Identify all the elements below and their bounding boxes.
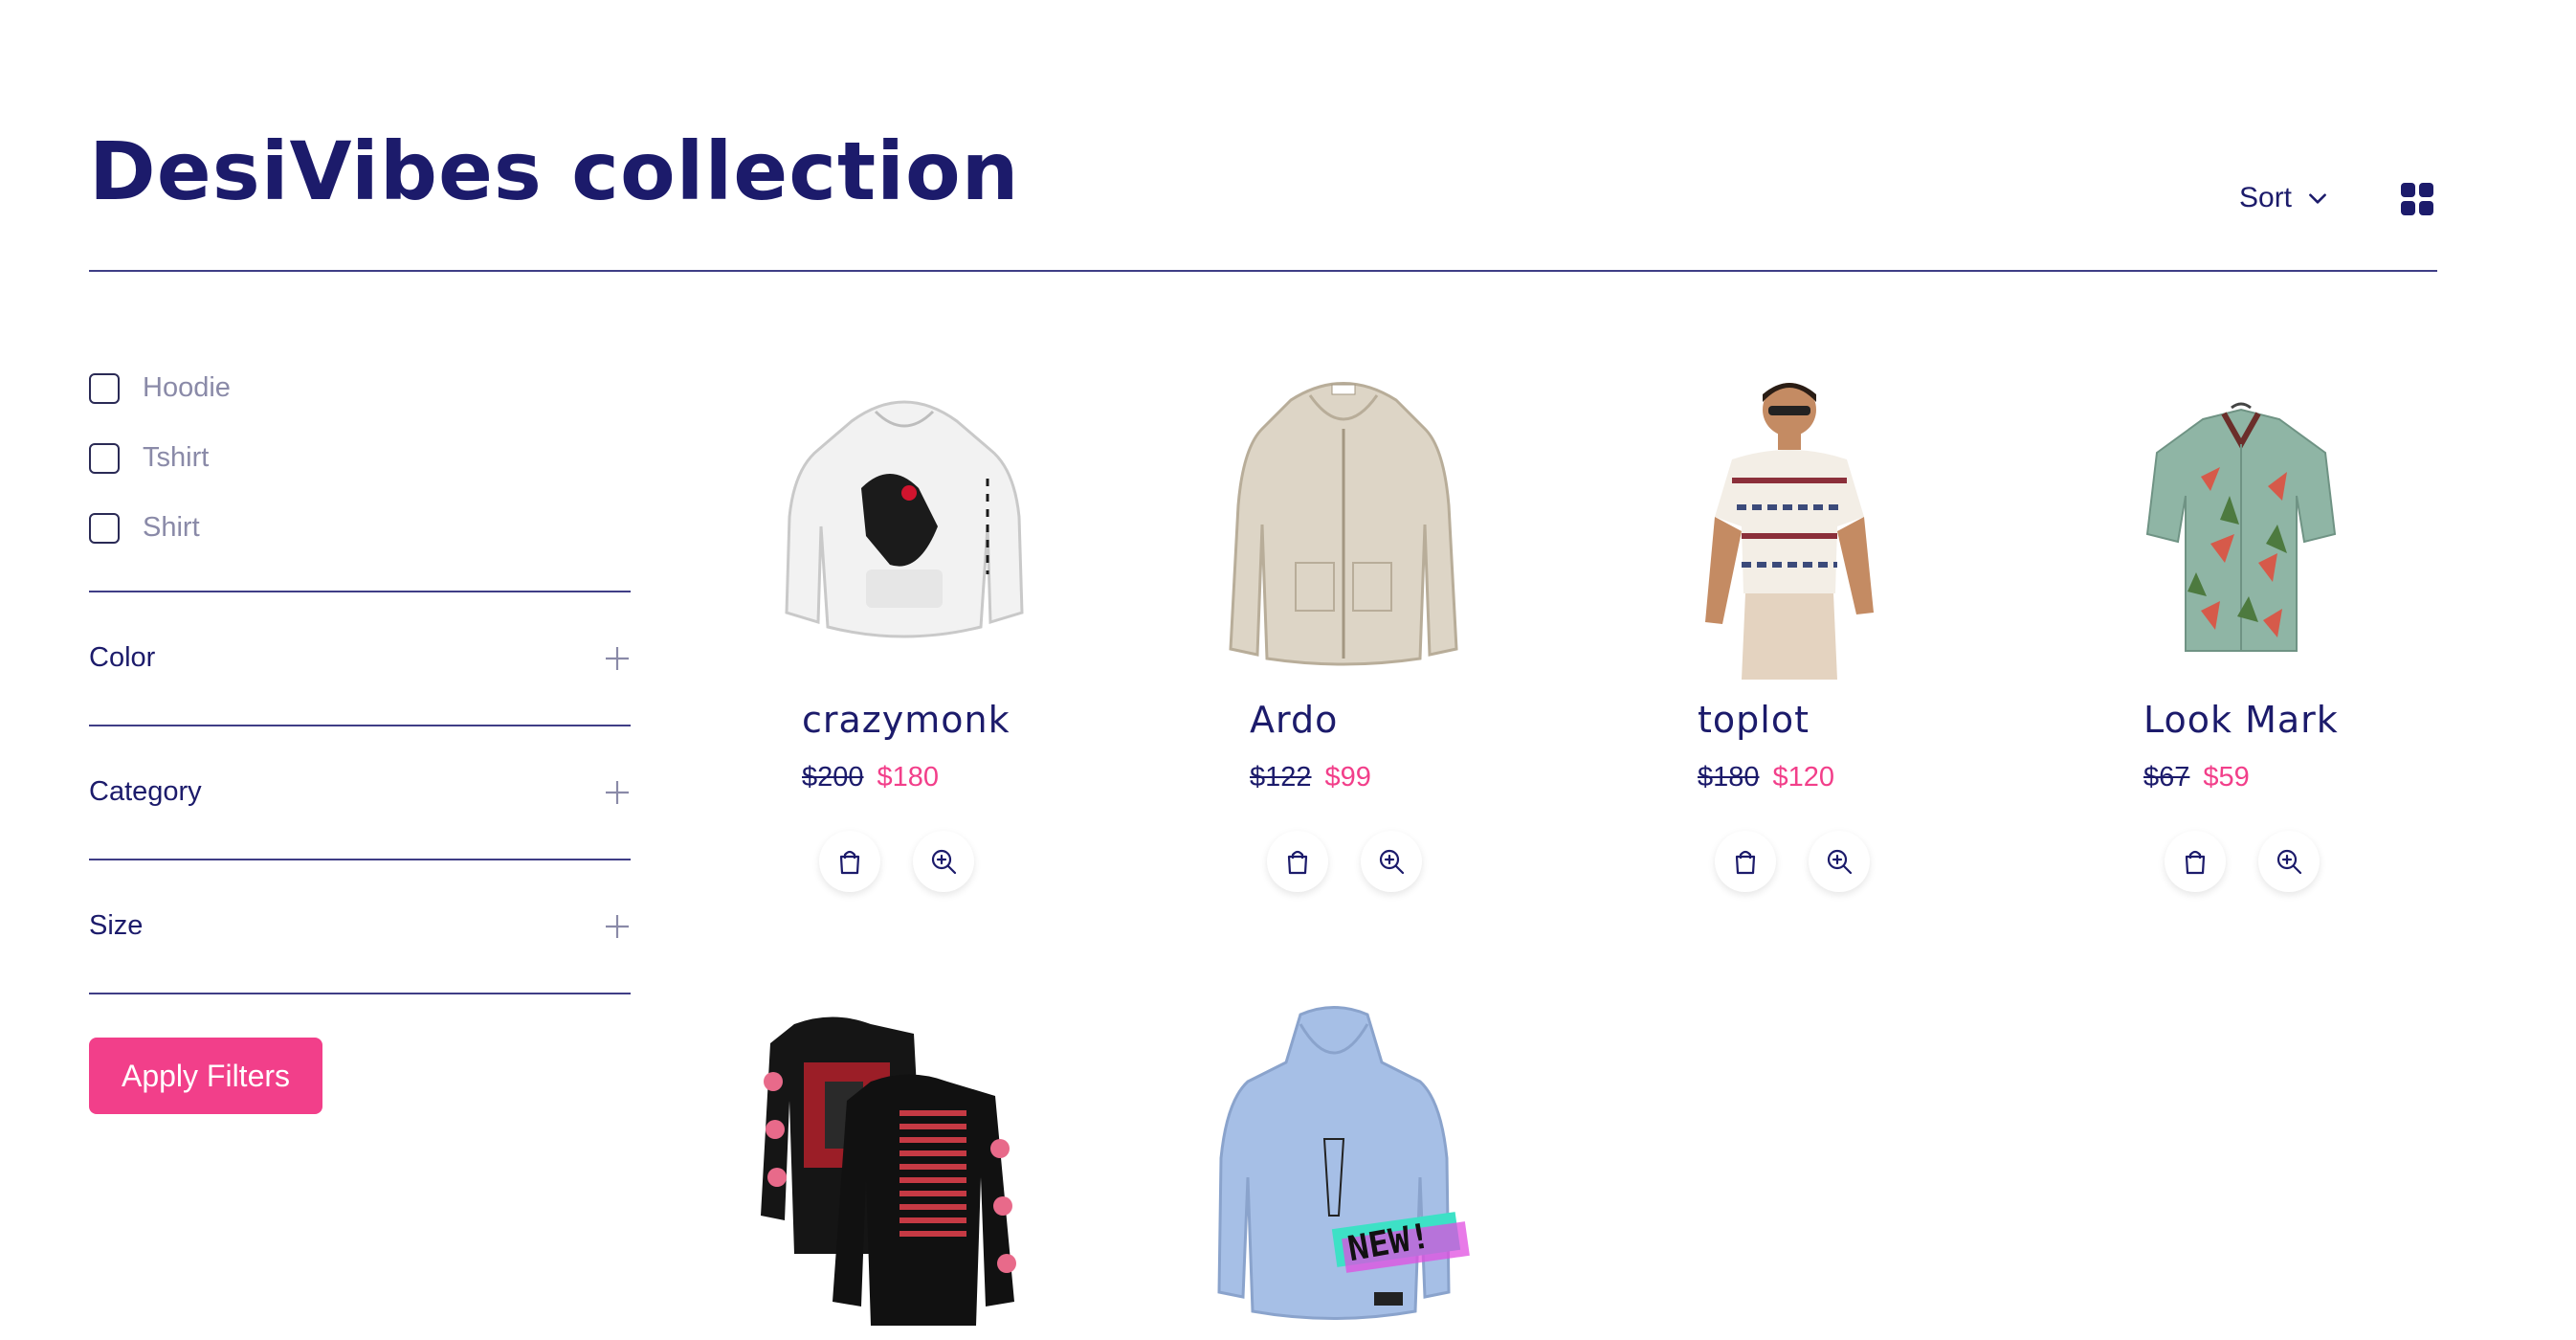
product-image-toplot[interactable] [1694, 373, 1885, 680]
sale-price: $99 [1324, 762, 1371, 793]
filter-label: Tshirt [143, 442, 210, 473]
quick-view-button[interactable] [2258, 831, 2320, 892]
hoodie-checkbox[interactable] [89, 372, 120, 404]
product-image-ardo[interactable] [1229, 371, 1458, 668]
sort-dropdown[interactable]: Sort [2239, 182, 2330, 214]
price-row: $180 $120 [1698, 762, 1834, 793]
plus-icon [606, 780, 629, 804]
shirt-checkbox[interactable] [89, 512, 120, 544]
white-hoodie-image [785, 400, 1024, 638]
zoom-in-icon [1379, 849, 1405, 875]
plus-icon [606, 914, 629, 938]
beige-zip-hoodie-image [1229, 382, 1458, 666]
add-to-cart-button[interactable] [1715, 831, 1776, 892]
sale-price: $59 [2203, 762, 2250, 793]
zoom-in-icon [1827, 849, 1853, 875]
filter-label: Hoodie [143, 372, 231, 403]
accordion-label: Category [89, 776, 202, 807]
sort-label: Sort [2239, 182, 2293, 213]
sidebar-divider [89, 859, 631, 860]
striped-tshirt-model-image [1705, 383, 1874, 680]
sale-price: $120 [1772, 762, 1835, 793]
accordion-label: Color [89, 642, 156, 673]
sidebar-divider [89, 993, 631, 994]
product-name[interactable]: Ardo [1250, 699, 1338, 741]
filter-hoodie[interactable]: Hoodie [89, 372, 231, 404]
floral-shirt-image [2145, 402, 2337, 652]
plus-icon [606, 646, 629, 670]
apply-filters-button[interactable]: Apply Filters [89, 1038, 322, 1114]
tshirt-checkbox[interactable] [89, 442, 120, 474]
product-name[interactable]: toplot [1698, 699, 1810, 741]
product-image-longsleeve[interactable] [756, 1005, 1043, 1330]
page-title: DesiVibes collection [89, 124, 1020, 218]
quick-view-button[interactable] [1361, 831, 1422, 892]
sidebar-divider [89, 591, 631, 592]
filter-tshirt[interactable]: Tshirt [89, 442, 209, 474]
filter-label: Shirt [143, 512, 200, 543]
price-row: $122 $99 [1250, 762, 1371, 793]
filter-shirt[interactable]: Shirt [89, 512, 200, 544]
zoom-in-icon [931, 849, 957, 875]
original-price: $180 [1698, 762, 1760, 793]
original-price: $200 [802, 762, 864, 793]
shopping-bag-icon [2185, 850, 2206, 875]
sidebar-divider [89, 725, 631, 726]
price-row: $200 $180 [802, 762, 939, 793]
product-image-blue-hoodie[interactable]: NEW! [1190, 1005, 1477, 1330]
shopping-bag-icon [1735, 850, 1756, 875]
grid-view-icon[interactable] [2400, 182, 2434, 216]
shopping-bag-icon [839, 850, 860, 875]
sale-price: $180 [877, 762, 940, 793]
black-longsleeve-tees-image [761, 1016, 1016, 1326]
original-price: $122 [1250, 762, 1312, 793]
quick-view-button[interactable] [913, 831, 974, 892]
chevron-down-icon [2309, 193, 2326, 204]
price-row: $67 $59 [2143, 762, 2250, 793]
accordion-label: Size [89, 910, 144, 941]
quick-view-button[interactable] [1809, 831, 1870, 892]
product-name[interactable]: Look Mark [2143, 699, 2339, 741]
product-name[interactable]: crazymonk [802, 699, 1010, 741]
accordion-size[interactable]: Size [89, 910, 631, 942]
accordion-color[interactable]: Color [89, 642, 631, 674]
add-to-cart-button[interactable] [1267, 831, 1328, 892]
blue-hoodie-new-image: NEW! [1217, 1006, 1470, 1320]
original-price: $67 [2143, 762, 2190, 793]
shopping-bag-icon [1287, 850, 1308, 875]
add-to-cart-button[interactable] [2165, 831, 2226, 892]
product-image-crazymonk[interactable] [785, 383, 1024, 651]
product-image-look-mark[interactable] [2143, 400, 2339, 659]
accordion-category[interactable]: Category [89, 776, 631, 808]
header-divider [89, 270, 2437, 272]
zoom-in-icon [2276, 849, 2302, 875]
add-to-cart-button[interactable] [819, 831, 880, 892]
